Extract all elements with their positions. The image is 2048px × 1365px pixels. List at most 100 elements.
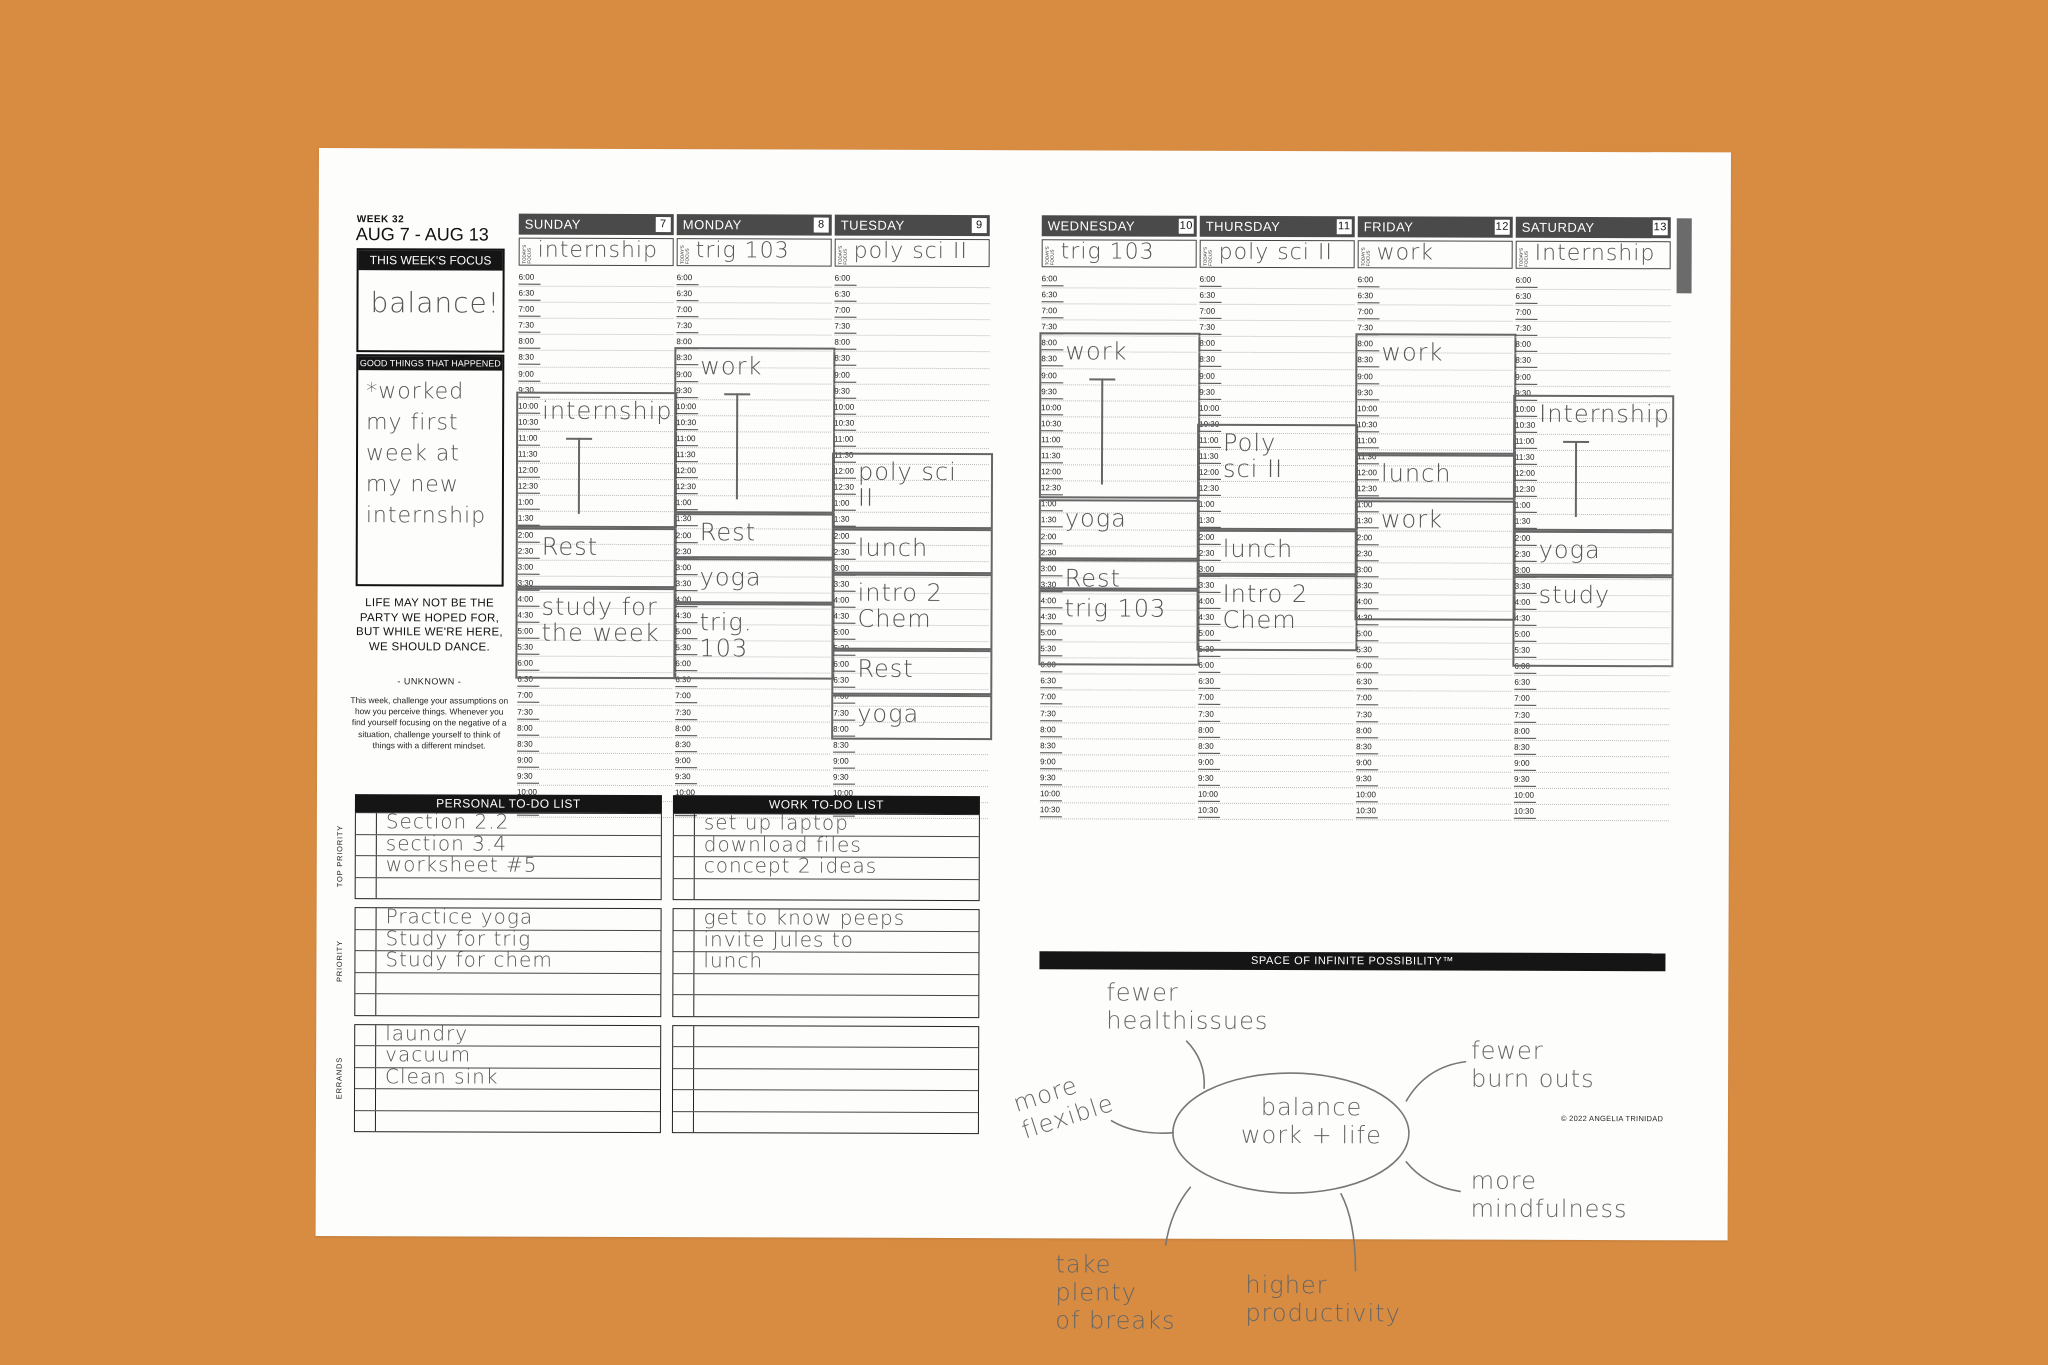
todo-checkbox[interactable] bbox=[673, 1047, 695, 1068]
time-slot[interactable]: 8:30 bbox=[833, 738, 989, 755]
time-slot[interactable]: 8:00 bbox=[834, 335, 990, 353]
time-slot[interactable]: 10:00 bbox=[1039, 787, 1195, 804]
time-slot[interactable]: 8:00 bbox=[517, 721, 673, 738]
time-slot[interactable]: 6:00 bbox=[676, 271, 832, 288]
time-slot[interactable]: 7:30 bbox=[1199, 321, 1355, 338]
time-slot[interactable]: 7:30 bbox=[834, 319, 990, 337]
schedule-block[interactable]: internship bbox=[515, 391, 678, 528]
time-slot[interactable]: 8:00 bbox=[1199, 337, 1355, 354]
time-slot[interactable]: 8:30 bbox=[1514, 740, 1670, 758]
time-slot[interactable]: 9:00 bbox=[833, 754, 989, 772]
time-slot[interactable]: 9:00 bbox=[1198, 755, 1354, 773]
todo-checkbox[interactable] bbox=[355, 1067, 377, 1089]
schedule-block[interactable]: work bbox=[1354, 499, 1516, 622]
time-slot[interactable]: 9:30 bbox=[1199, 385, 1355, 403]
time-slot[interactable]: 6:30 bbox=[1041, 288, 1197, 305]
time-slot[interactable]: 9:00 bbox=[675, 753, 831, 771]
time-slot[interactable]: 10:00 bbox=[1197, 787, 1353, 805]
todays-focus-field[interactable]: TODAY'S FOCUS trig 103 bbox=[1041, 239, 1197, 268]
schedule-block[interactable]: Rest bbox=[1038, 559, 1200, 592]
todo-item[interactable]: concept 2 ideas bbox=[673, 853, 979, 880]
time-slot[interactable]: 8:00 bbox=[1198, 723, 1354, 740]
todo-checkbox[interactable] bbox=[355, 994, 377, 1015]
time-slot[interactable]: 6:30 bbox=[1198, 675, 1354, 692]
time-slot[interactable]: 6:30 bbox=[1514, 676, 1670, 693]
schedule-block[interactable]: intro 2 Chem bbox=[831, 573, 993, 650]
todo-checkbox[interactable] bbox=[673, 952, 695, 973]
time-slot[interactable]: 9:00 bbox=[1199, 369, 1355, 386]
todo-item[interactable] bbox=[673, 1047, 979, 1070]
time-slot[interactable]: 7:00 bbox=[1040, 690, 1196, 708]
time-slot[interactable]: 8:30 bbox=[1198, 739, 1354, 757]
schedule-block[interactable]: yoga bbox=[673, 558, 835, 604]
schedule-block[interactable]: Rest bbox=[831, 649, 993, 695]
todo-item[interactable]: lunch bbox=[673, 948, 979, 975]
time-slot[interactable]: 7:00 bbox=[1198, 691, 1354, 708]
time-slot[interactable]: 6:30 bbox=[676, 287, 832, 304]
time-slot[interactable]: 7:00 bbox=[1199, 304, 1355, 322]
time-slot[interactable]: 7:00 bbox=[517, 689, 673, 706]
schedule-block[interactable]: study for the week bbox=[515, 587, 677, 679]
todo-checkbox[interactable] bbox=[354, 1089, 377, 1110]
schedule-block[interactable]: Intro 2 Chem bbox=[1196, 574, 1358, 651]
time-slot[interactable]: 8:30 bbox=[675, 737, 831, 755]
schedule-block[interactable]: Internship bbox=[1512, 394, 1675, 531]
todo-item[interactable] bbox=[673, 995, 978, 1016]
time-slot[interactable]: 6:00 bbox=[1041, 272, 1197, 289]
todo-checkbox[interactable] bbox=[355, 834, 377, 856]
todays-focus-field[interactable]: TODAY'S FOCUS trig 103 bbox=[676, 238, 832, 267]
time-slot[interactable]: 9:00 bbox=[834, 368, 990, 385]
time-slot[interactable]: 7:30 bbox=[675, 705, 831, 723]
schedule-block[interactable]: Rest bbox=[673, 512, 835, 559]
time-slot[interactable]: 9:30 bbox=[832, 770, 989, 788]
schedule-block[interactable]: lunch bbox=[1354, 454, 1517, 501]
todo-checkbox[interactable] bbox=[355, 908, 377, 929]
time-slot[interactable]: 7:30 bbox=[1040, 706, 1196, 724]
time-slot[interactable]: 10:00 bbox=[1355, 788, 1511, 805]
time-slot[interactable]: 7:00 bbox=[1514, 692, 1670, 709]
time-slot[interactable]: 7:00 bbox=[676, 303, 832, 320]
todo-item[interactable] bbox=[673, 1025, 979, 1049]
time-slot[interactable]: 9:00 bbox=[518, 367, 674, 384]
schedule-block[interactable]: lunch bbox=[831, 528, 993, 575]
time-slot[interactable]: 6:00 bbox=[1515, 273, 1671, 291]
todo-item[interactable]: worksheet #5 bbox=[355, 852, 661, 879]
time-slot[interactable]: 9:30 bbox=[516, 769, 673, 787]
schedule-block[interactable]: yoga bbox=[831, 694, 993, 741]
todo-checkbox[interactable] bbox=[355, 856, 377, 877]
time-slot[interactable]: 7:00 bbox=[1356, 691, 1512, 709]
todo-item[interactable] bbox=[354, 1110, 660, 1132]
time-slot[interactable]: 8:00 bbox=[1040, 722, 1196, 740]
time-slot[interactable]: 10:30 bbox=[1355, 804, 1511, 821]
time-slot[interactable]: 6:30 bbox=[518, 286, 674, 304]
time-slot[interactable]: 9:30 bbox=[1513, 772, 1670, 790]
time-slot[interactable]: 8:00 bbox=[518, 335, 674, 352]
time-slot[interactable]: 7:30 bbox=[1515, 322, 1671, 339]
time-slot[interactable]: 6:30 bbox=[834, 287, 990, 305]
schedule-block[interactable]: work bbox=[1355, 333, 1517, 455]
todo-item[interactable]: Study for chem bbox=[355, 947, 661, 974]
todo-item[interactable] bbox=[673, 1068, 979, 1092]
time-slot[interactable]: 6:00 bbox=[1198, 659, 1354, 676]
time-slot[interactable]: 8:00 bbox=[1356, 723, 1512, 741]
time-slot[interactable]: 10:30 bbox=[1513, 804, 1669, 822]
todo-checkbox[interactable] bbox=[673, 909, 695, 930]
todo-checkbox[interactable] bbox=[673, 1068, 695, 1090]
todo-checkbox[interactable] bbox=[673, 835, 695, 857]
schedule-block[interactable]: trig 103 bbox=[1038, 589, 1200, 666]
todo-checkbox[interactable] bbox=[673, 814, 695, 835]
todo-checkbox[interactable] bbox=[673, 1025, 695, 1047]
time-slot[interactable]: 6:30 bbox=[1515, 289, 1671, 307]
weekly-focus-box[interactable]: THIS WEEK'S FOCUS balance! bbox=[356, 248, 505, 353]
time-slot[interactable]: 10:00 bbox=[834, 400, 990, 417]
time-slot[interactable]: 11:00 bbox=[834, 432, 990, 450]
time-slot[interactable]: 6:00 bbox=[1199, 272, 1355, 290]
time-slot[interactable]: 7:30 bbox=[517, 705, 673, 722]
todo-checkbox[interactable] bbox=[673, 930, 695, 952]
time-slot[interactable]: 9:00 bbox=[517, 753, 673, 771]
time-slot[interactable]: 7:30 bbox=[1198, 707, 1354, 724]
todo-item[interactable] bbox=[355, 994, 660, 1015]
time-slot[interactable]: 7:00 bbox=[518, 302, 674, 320]
time-slot[interactable]: 8:30 bbox=[517, 737, 673, 754]
time-slot[interactable]: 8:30 bbox=[1199, 353, 1355, 370]
